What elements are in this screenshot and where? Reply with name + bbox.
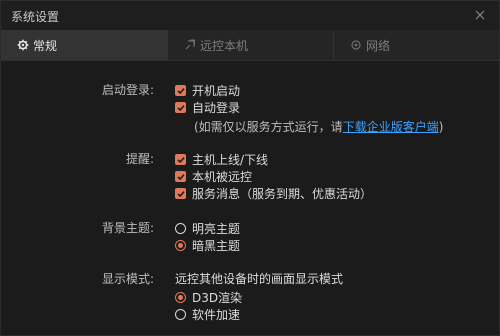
service-message-label: 服务消息（服务到期、优惠活动） [192,187,373,201]
being-controlled-checkbox[interactable]: 本机被远控 [175,168,252,185]
auto-login-checkbox[interactable]: 自动登录 [175,99,240,116]
display-mode-description: 远控其他设备时的画面显示模式 [175,272,344,286]
settings-window: 系统设置 常规 远控本机 网络 启动登录: 开机启动 自动登录 (如需仅以服务方… [0,0,500,336]
radio-unchecked-icon [175,223,186,234]
checkbox-checked-icon [175,188,186,199]
theme-label: 背景主题: [101,221,154,235]
tab-remote-control[interactable]: 远控本机 [168,30,334,60]
reminder-label: 提醒: [125,152,154,166]
enterprise-note-prefix: (如需仅以服务方式运行，请 [194,120,343,134]
enterprise-note-suffix: ) [438,120,444,134]
tab-network-label: 网络 [366,38,391,53]
tab-remote-control-label: 远控本机 [200,38,249,53]
software-accel-label: 软件加速 [192,308,241,322]
dark-theme-label: 暗黑主题 [192,239,241,253]
display-mode-label: 显示模式: [101,272,154,286]
checkbox-checked-icon [175,102,186,113]
radio-checked-icon [175,292,186,303]
startup-label: 启动登录: [101,83,154,97]
settings-content: 启动登录: 开机启动 自动登录 (如需仅以服务方式运行，请下载企业版客户端) 提… [1,61,499,336]
tab-general-label: 常规 [33,38,58,53]
radio-unchecked-icon [175,309,186,320]
software-accel-radio[interactable]: 软件加速 [175,306,240,323]
close-button[interactable] [469,4,491,26]
window-title: 系统设置 [11,10,60,24]
title-bar: 系统设置 [1,1,499,30]
auto-login-label: 自动登录 [192,101,241,115]
download-enterprise-link[interactable]: 下载企业版客户端 [343,120,439,134]
light-theme-radio[interactable]: 明亮主题 [175,220,240,237]
boot-start-checkbox[interactable]: 开机启动 [175,82,240,99]
d3d-render-label: D3D渲染 [192,291,243,305]
dark-theme-radio[interactable]: 暗黑主题 [175,237,240,254]
boot-start-label: 开机启动 [192,84,241,98]
enterprise-note: (如需仅以服务方式运行，请下载企业版客户端) [194,118,443,135]
remote-icon [185,39,195,50]
tab-general[interactable]: 常规 [1,30,168,60]
tab-bar: 常规 远控本机 网络 [1,30,499,61]
host-online-label: 主机上线/下线 [192,153,269,167]
network-icon [351,40,361,50]
tab-network[interactable]: 网络 [334,30,499,60]
gear-icon [17,39,29,51]
being-controlled-label: 本机被远控 [192,170,253,184]
host-online-checkbox[interactable]: 主机上线/下线 [175,151,268,168]
close-icon [475,10,485,20]
light-theme-label: 明亮主题 [192,222,241,236]
service-message-checkbox[interactable]: 服务消息（服务到期、优惠活动） [175,185,372,202]
checkbox-checked-icon [175,171,186,182]
checkbox-checked-icon [175,85,186,96]
d3d-render-radio[interactable]: D3D渲染 [175,289,242,306]
checkbox-checked-icon [175,154,186,165]
radio-checked-icon [175,240,186,251]
